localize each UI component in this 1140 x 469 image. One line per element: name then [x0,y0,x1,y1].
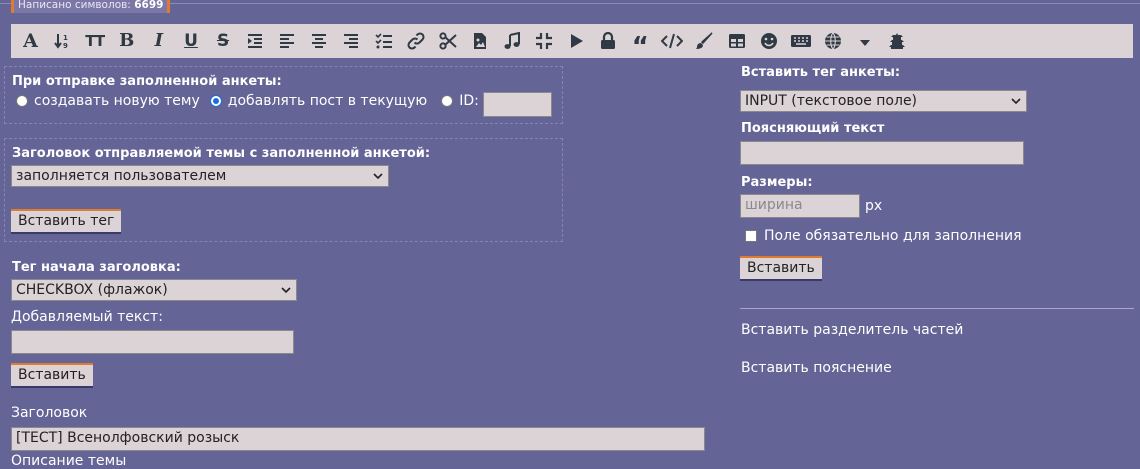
radio-new-topic[interactable] [16,95,28,107]
topic-title-heading: Заголовок отправляемой темы с заполненно… [12,146,431,161]
radio-id[interactable] [441,95,454,107]
insert-header-button[interactable]: Вставить [11,363,93,388]
underline-icon[interactable]: U [178,26,203,56]
checklist-icon[interactable] [371,26,396,56]
form-tag-select[interactable]: INPUT (текстовое поле) [740,90,1027,112]
insert-tag-button[interactable]: Вставить тег [11,209,122,234]
scissors-icon[interactable] [435,26,460,56]
sort-icon[interactable]: 19 [50,26,75,56]
hint-text-label: Поясняющий текст [741,121,885,136]
send-options-heading: При отправке заполненной анкеты: [12,74,282,89]
char-counter-value: 6699 [134,0,164,11]
top-divider [0,3,1140,4]
radio-new-topic-label: создавать новую тему [34,93,200,109]
indent-icon[interactable] [243,26,268,56]
description-label: Описание темы [11,453,127,469]
code-icon[interactable] [660,26,685,56]
topic-title-select[interactable]: заполняется пользователем [11,165,389,187]
right-divider [740,308,1134,309]
text-size-icon[interactable]: TT [82,26,107,56]
insert-explanation-link[interactable]: Вставить пояснение [741,360,892,376]
file-image-icon[interactable] [467,26,492,56]
table-icon[interactable] [724,26,749,56]
sizes-label: Размеры: [741,175,813,190]
form-tag-heading: Вставить тег анкеты: [741,65,901,80]
added-text-label: Добавляемый текст: [11,309,163,325]
radio-id-label: ID: [459,93,479,109]
px-unit-label: px [865,198,883,214]
chevron-down-icon [1011,98,1021,105]
lock-icon[interactable] [596,26,621,56]
compress-icon[interactable] [532,26,557,56]
bold-icon[interactable]: B [114,26,139,56]
width-input[interactable]: ширина [740,194,860,218]
form-tag-select-value: INPUT (текстовое поле) [745,93,918,109]
char-counter: Написано символов: 6699 [11,0,171,13]
id-input[interactable] [483,92,552,117]
send-options-radios: создавать новую тему добавлять пост в те… [16,93,479,109]
play-icon[interactable] [564,26,589,56]
header-tag-select[interactable]: CHECKBOX (флажок) [11,279,297,301]
brush-icon[interactable] [692,26,717,56]
caret-down-icon[interactable] [852,26,877,56]
svg-text:1: 1 [63,34,68,42]
required-checkbox[interactable] [745,230,757,242]
added-text-input[interactable] [11,330,294,354]
insert-separator-link[interactable]: Вставить разделитель частей [741,322,963,338]
title-input[interactable]: [ТЕСТ] Всенолфовский розыск [11,427,705,451]
quote-icon[interactable]: “ [628,26,653,60]
header-tag-heading: Тег начала заголовка: [12,260,181,275]
align-right-icon[interactable] [339,26,364,56]
smile-icon[interactable] [756,26,781,56]
align-center-icon[interactable] [307,26,332,56]
hint-text-input[interactable] [740,141,1024,165]
header-tag-select-value: CHECKBOX (флажок) [16,282,168,298]
font-icon[interactable]: A [18,26,43,56]
editor-toolbar: A 19 TT B I U S “ [11,24,1133,60]
required-checkbox-label: Поле обязательно для заполнения [764,228,1022,244]
italic-icon[interactable]: I [146,26,171,56]
globe-icon[interactable] [820,26,845,56]
music-icon[interactable] [499,26,524,56]
align-left-icon[interactable] [275,26,300,56]
chevron-down-icon [281,287,291,294]
title-label: Заголовок [11,405,88,421]
keyboard-icon[interactable] [788,26,813,56]
char-counter-label: Написано символов: [18,0,131,11]
radio-add-post[interactable] [209,95,222,107]
strikethrough-icon[interactable]: S [211,26,236,56]
radio-add-post-label: добавлять пост в текущую [227,93,428,109]
topic-title-select-value: заполняется пользователем [16,168,227,184]
pagoda-icon[interactable] [885,26,910,56]
svg-text:9: 9 [63,42,68,50]
insert-form-tag-button[interactable]: Вставить [740,256,822,281]
chevron-down-icon [373,173,383,180]
link-icon[interactable] [403,26,428,56]
